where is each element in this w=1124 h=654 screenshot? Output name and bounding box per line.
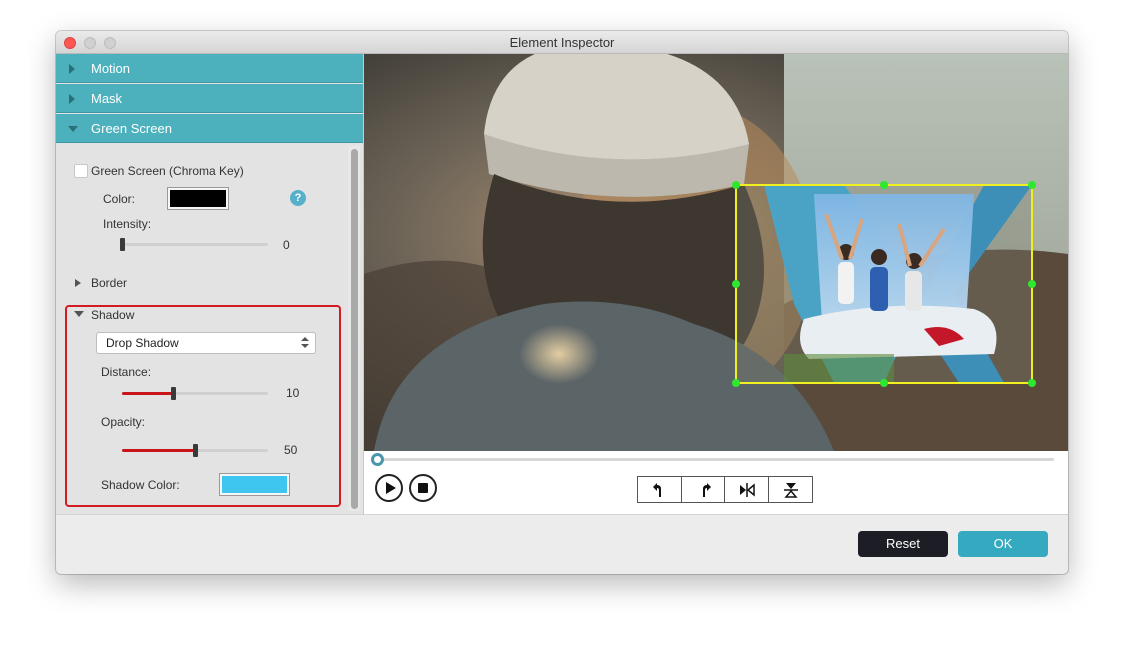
section-mask[interactable]: Mask: [56, 84, 363, 113]
section-motion-label: Motion: [91, 61, 131, 76]
green-screen-checkbox-label: Green Screen (Chroma Key): [91, 164, 244, 178]
section-green-screen-label: Green Screen: [91, 121, 172, 136]
timeline-track[interactable]: [379, 458, 1054, 461]
opacity-slider[interactable]: [122, 444, 268, 457]
minimize-window-button[interactable]: [84, 37, 96, 49]
key-color-fill: [170, 190, 226, 207]
transform-toolbar: [637, 476, 813, 503]
chevron-right-icon: [69, 64, 75, 74]
rotate-right-button[interactable]: [682, 477, 725, 502]
footer-divider: [56, 514, 1068, 515]
border-label[interactable]: Border: [91, 276, 127, 290]
opacity-slider-fill: [122, 449, 195, 452]
intensity-value: 0: [283, 238, 290, 252]
distance-slider-thumb[interactable]: [171, 387, 177, 400]
intensity-slider[interactable]: [120, 238, 268, 251]
shadow-color-fill: [222, 476, 287, 493]
rotate-left-button[interactable]: [638, 477, 682, 502]
reset-button[interactable]: Reset: [858, 531, 948, 557]
opacity-value: 50: [284, 443, 298, 457]
help-icon[interactable]: ?: [290, 190, 306, 206]
green-screen-checkbox[interactable]: [74, 164, 88, 178]
shadow-label[interactable]: Shadow: [91, 308, 134, 322]
chevron-down-icon[interactable]: [74, 311, 84, 317]
shadow-color-label: Shadow Color:: [101, 478, 180, 492]
shadow-color-swatch[interactable]: [219, 473, 290, 496]
distance-slider-fill: [122, 392, 174, 395]
stop-button[interactable]: [409, 474, 437, 502]
intensity-slider-thumb[interactable]: [120, 238, 125, 251]
shadow-type-value: Drop Shadow: [106, 336, 179, 350]
playback-controls: [364, 451, 1068, 514]
flip-vertical-icon: [783, 483, 798, 498]
maximize-window-button[interactable]: [104, 37, 116, 49]
flip-vertical-button[interactable]: [769, 477, 812, 502]
play-button[interactable]: [375, 474, 403, 502]
close-window-button[interactable]: [64, 37, 76, 49]
select-arrows-icon: [301, 337, 309, 349]
video-preview[interactable]: [364, 54, 1068, 451]
section-mask-label: Mask: [91, 91, 123, 106]
ok-button[interactable]: OK: [958, 531, 1048, 557]
play-icon: [386, 482, 396, 494]
preview-image: [364, 54, 1068, 451]
shadow-type-select[interactable]: Drop Shadow: [96, 332, 316, 354]
opacity-label: Opacity:: [101, 415, 146, 429]
window-title: Element Inspector: [509, 35, 615, 50]
picture-in-picture-layer: [736, 185, 1032, 383]
flip-horizontal-button[interactable]: [725, 477, 769, 502]
flip-horizontal-icon: [740, 483, 755, 497]
intensity-label: Intensity:: [103, 217, 152, 231]
distance-label: Distance:: [101, 365, 152, 379]
timeline-playhead[interactable]: [371, 453, 384, 466]
chevron-right-icon: [69, 94, 75, 104]
color-label: Color:: [103, 192, 136, 206]
rotate-right-icon: [702, 483, 711, 497]
distance-value: 10: [286, 386, 300, 400]
section-motion[interactable]: Motion: [56, 54, 363, 83]
key-color-swatch[interactable]: [167, 187, 229, 210]
distance-slider[interactable]: [122, 387, 268, 400]
panel-scrollbar-thumb[interactable]: [351, 149, 358, 509]
chevron-right-icon[interactable]: [75, 279, 81, 287]
opacity-slider-thumb[interactable]: [193, 444, 198, 457]
stop-icon: [418, 483, 428, 493]
title-bar: Element Inspector: [56, 31, 1068, 54]
chevron-down-icon: [68, 126, 78, 132]
rotate-left-icon: [653, 483, 661, 497]
inspector-panel: Motion Mask Green Screen Green Screen (C…: [56, 54, 363, 514]
element-inspector-window: Element Inspector Motion Mask Green Scre…: [56, 31, 1068, 574]
section-green-screen[interactable]: Green Screen: [56, 114, 363, 143]
